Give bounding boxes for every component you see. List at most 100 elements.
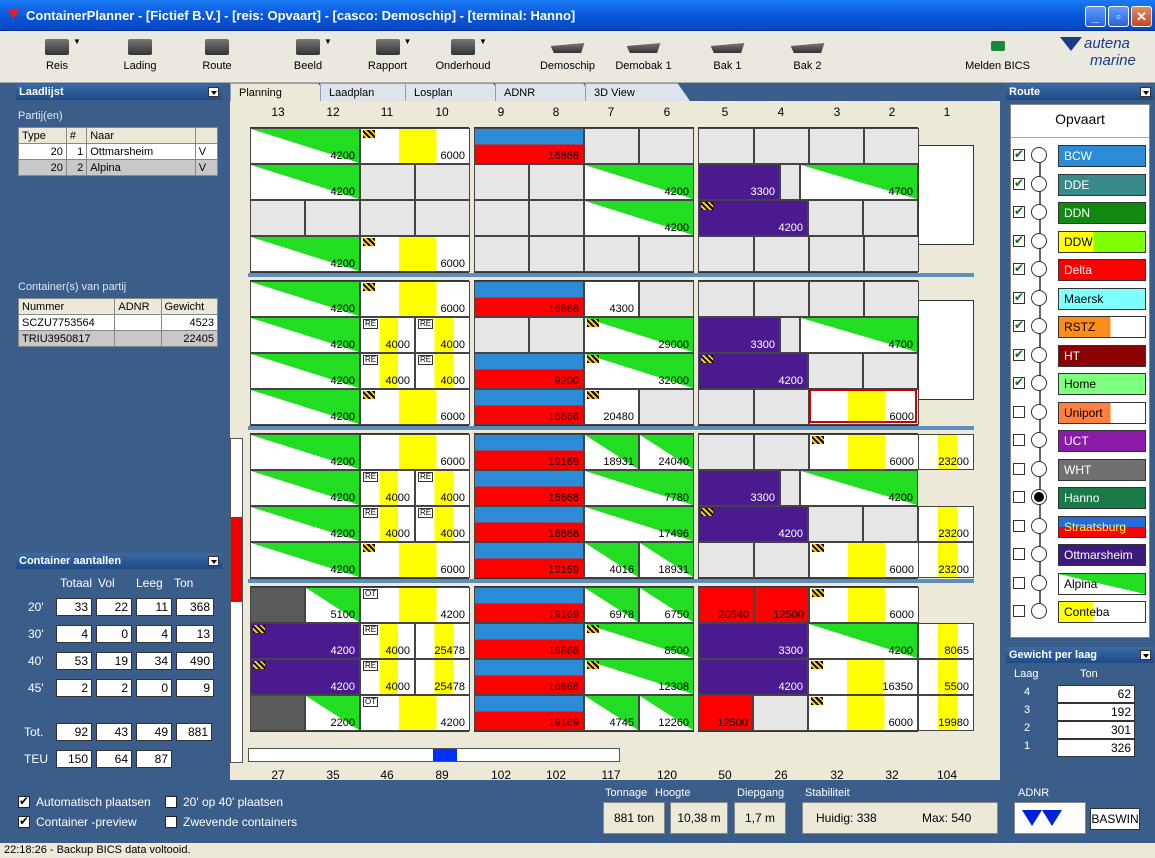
container-slot[interactable] — [698, 236, 754, 272]
route-stop-checkbox[interactable] — [1013, 318, 1025, 332]
option-checkbox[interactable] — [18, 814, 30, 828]
dropdown-arrow-icon[interactable]: ▼ — [404, 37, 412, 46]
container-slot[interactable]: 19980 — [918, 695, 974, 731]
container-slot[interactable]: 12500 — [754, 587, 809, 623]
container-slot[interactable]: 4200 — [584, 200, 694, 236]
container-slot[interactable]: 5500 — [918, 659, 974, 695]
container-slot[interactable]: 4200 — [250, 434, 360, 470]
container-slot[interactable]: 4000 RE — [360, 470, 415, 506]
container-slot[interactable] — [250, 200, 305, 236]
container-slot[interactable] — [415, 164, 470, 200]
container-slot[interactable]: 4200 — [250, 353, 360, 389]
container-slot[interactable]: 4000 RE — [360, 659, 415, 695]
dropdown-arrow-icon[interactable]: ▼ — [73, 37, 81, 46]
container-slot[interactable]: 16350 — [808, 659, 918, 695]
container-slot[interactable]: 6000 — [360, 434, 470, 470]
table-row[interactable]: 20 2 Alpina V — [18, 159, 219, 176]
container-slot[interactable] — [698, 434, 754, 470]
panel-dropdown-icon[interactable] — [208, 87, 219, 97]
route-stop-alpina[interactable]: Alpina — [1058, 572, 1146, 595]
container-slot[interactable] — [754, 389, 809, 425]
toolbar-button-demobak-1[interactable]: Demobak 1 — [611, 31, 676, 81]
route-stop-ddn[interactable]: DDN — [1058, 202, 1146, 224]
container-slot[interactable] — [754, 128, 809, 164]
container-slot[interactable] — [754, 281, 809, 317]
route-stop-home[interactable]: Home — [1058, 373, 1146, 395]
container-slot[interactable] — [698, 389, 754, 425]
container-slot[interactable]: 12260 — [639, 695, 694, 731]
container-slot[interactable]: 4200 — [250, 236, 360, 272]
container-slot[interactable]: 24040 — [639, 434, 694, 470]
container-slot[interactable]: 20480 — [584, 389, 639, 425]
container-slot[interactable]: 12500 — [698, 695, 753, 731]
container-slot[interactable]: 25478 — [415, 623, 470, 659]
route-stop-checkbox[interactable] — [1013, 576, 1025, 589]
container-slot[interactable]: 4000 RE — [360, 353, 415, 389]
toolbar-button-demoschip[interactable]: Demoschip — [535, 31, 600, 81]
container-slot[interactable]: 6000 — [360, 128, 470, 164]
route-stop-checkbox[interactable] — [1013, 261, 1025, 275]
route-stop-checkbox[interactable] — [1013, 347, 1025, 361]
option-checkbox[interactable] — [165, 796, 177, 808]
container-slot[interactable] — [529, 317, 584, 353]
route-stop-checkbox[interactable] — [1013, 519, 1025, 532]
route-stop-dde[interactable]: DDE — [1058, 173, 1146, 196]
container-slot[interactable] — [863, 200, 918, 236]
dropdown-arrow-icon[interactable]: ▼ — [479, 37, 487, 46]
route-stop-conteba[interactable]: Conteba — [1058, 601, 1146, 623]
container-slot[interactable] — [474, 236, 529, 272]
dropdown-arrow-icon[interactable]: ▼ — [324, 37, 332, 46]
route-stop-checkbox[interactable] — [1013, 176, 1025, 190]
partijen-table[interactable]: Type # Naar 20 1 Ottmarsheim V 20 2 Alpina V — [18, 127, 219, 277]
container-slot[interactable]: 4000 RE — [415, 317, 470, 353]
container-slot[interactable] — [250, 587, 305, 623]
route-stop-checkbox[interactable] — [1013, 434, 1025, 446]
container-slot[interactable] — [864, 236, 919, 272]
container-slot[interactable]: 4200 — [584, 164, 694, 200]
container-slot[interactable]: 6000 — [360, 236, 470, 272]
container-slot[interactable]: 8065 — [918, 623, 974, 659]
container-slot[interactable]: 3300 — [698, 317, 780, 353]
container-slot[interactable] — [809, 281, 864, 317]
route-stop-delta[interactable]: Delta — [1058, 259, 1146, 281]
route-stop-checkbox[interactable] — [1013, 405, 1025, 418]
toolbar-button-lading[interactable]: Lading — [115, 31, 165, 81]
container-slot[interactable]: 20540 — [698, 587, 754, 623]
container-slot[interactable]: 4200 — [250, 389, 360, 425]
container-slot[interactable]: 23200 — [918, 434, 974, 470]
toolbar-button-melden-bics[interactable]: Melden BICS — [960, 31, 1035, 81]
route-stop-ddw[interactable]: DDW — [1058, 230, 1146, 253]
container-slot[interactable]: 4200 — [250, 281, 360, 317]
container-slot[interactable] — [864, 281, 919, 317]
container-slot[interactable]: 16868 — [474, 623, 584, 659]
container-slot[interactable]: 23200 — [918, 542, 974, 578]
container-slot[interactable] — [753, 695, 808, 731]
container-slot[interactable]: 4200 OT — [360, 587, 470, 623]
toolbar-button-bak-2[interactable]: Bak 2 — [780, 31, 835, 81]
container-slot[interactable]: 4200 — [250, 542, 360, 578]
toolbar-button-reis[interactable]: Reis ▼ — [32, 31, 82, 81]
container-slot[interactable]: 32000 — [584, 353, 694, 389]
container-slot[interactable] — [639, 281, 694, 317]
route-stop-bcw[interactable]: BCW — [1058, 145, 1146, 167]
container-slot[interactable] — [305, 200, 360, 236]
panel-dropdown-icon[interactable] — [208, 556, 219, 566]
container-slot[interactable] — [863, 506, 918, 542]
container-slot[interactable]: 4200 — [250, 164, 360, 200]
container-slot[interactable]: 4200 — [698, 506, 808, 542]
container-slot[interactable]: 6000 — [809, 434, 919, 470]
container-slot[interactable] — [415, 200, 470, 236]
container-slot[interactable]: 4200 — [698, 200, 808, 236]
container-slot[interactable] — [474, 164, 529, 200]
route-stop-uniport[interactable]: Uniport — [1058, 401, 1146, 424]
scrollbar-thumb[interactable] — [433, 749, 457, 761]
container-slot[interactable]: 6000 — [809, 587, 919, 623]
container-slot[interactable] — [250, 695, 305, 731]
container-slot[interactable]: 19169 — [474, 587, 584, 623]
container-slot[interactable] — [780, 164, 800, 200]
container-slot[interactable]: 16868 — [474, 281, 584, 317]
container-slot[interactable]: 17496 — [584, 506, 694, 542]
option-checkbox[interactable] — [165, 816, 177, 828]
container-slot[interactable]: 6000 — [360, 542, 470, 578]
container-slot[interactable] — [639, 389, 694, 425]
